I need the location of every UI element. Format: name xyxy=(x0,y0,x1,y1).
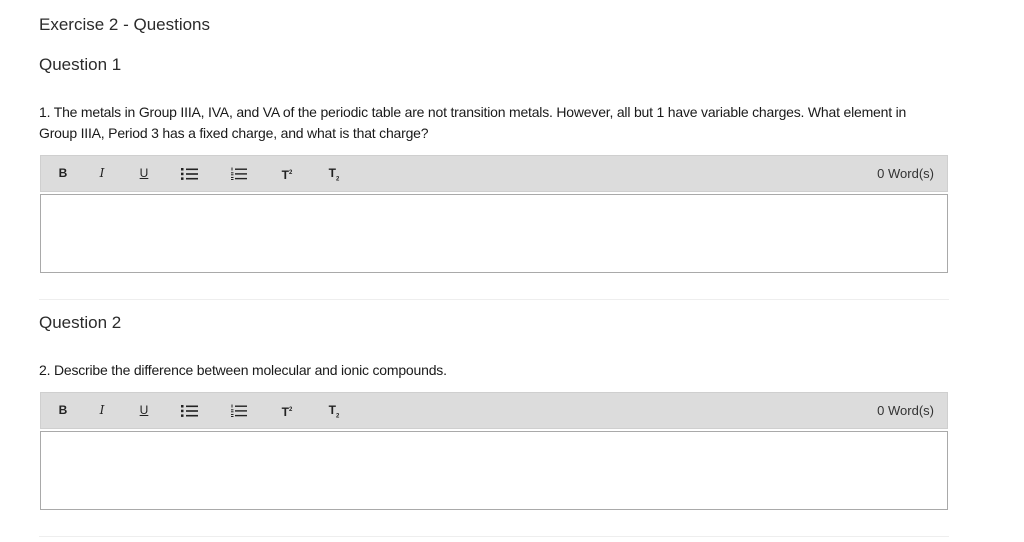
numbered-list-button[interactable] xyxy=(231,393,247,428)
numbered-list-icon xyxy=(231,404,247,417)
bullet-list-button[interactable] xyxy=(181,393,199,428)
question-1: Question 1 1. The metals in Group IIIA, … xyxy=(39,55,949,295)
question-text: 2. Describe the difference between molec… xyxy=(39,362,447,378)
question-2: Question 2 2. Describe the difference be… xyxy=(39,313,949,513)
word-count: 0 Word(s) xyxy=(877,166,934,181)
editor-toolbar: B I U T2 T2 0 Word(s) xyxy=(40,155,948,192)
bold-button[interactable]: B xyxy=(56,393,70,428)
superscript-button[interactable]: T2 xyxy=(279,393,295,428)
word-count: 0 Word(s) xyxy=(877,403,934,418)
superscript-mark: 2 xyxy=(289,170,293,176)
underline-button[interactable]: U xyxy=(138,156,150,191)
superscript-button[interactable]: T2 xyxy=(279,156,295,191)
numbered-list-icon xyxy=(231,167,247,180)
answer-textarea[interactable] xyxy=(40,431,948,510)
bullet-list-button[interactable] xyxy=(181,156,199,191)
italic-button[interactable]: I xyxy=(97,156,107,191)
page-title: Exercise 2 - Questions xyxy=(39,15,211,34)
subscript-mark: 2 xyxy=(336,413,340,420)
italic-button[interactable]: I xyxy=(97,393,107,428)
numbered-list-button[interactable] xyxy=(231,156,247,191)
editor-toolbar: B I U T2 T2 0 Word(s) xyxy=(40,392,948,429)
divider xyxy=(39,536,949,537)
subscript-label: T xyxy=(328,403,336,417)
bullet-list-icon xyxy=(181,405,198,417)
subscript-button[interactable]: T2 xyxy=(326,156,342,191)
superscript-label: T xyxy=(281,405,289,419)
divider xyxy=(39,299,949,300)
question-heading: Question 2 xyxy=(39,313,122,332)
bullet-list-icon xyxy=(181,168,198,180)
subscript-label: T xyxy=(328,166,336,180)
question-heading: Question 1 xyxy=(39,55,122,74)
superscript-label: T xyxy=(281,168,289,182)
answer-textarea[interactable] xyxy=(40,194,948,273)
question-text: 1. The metals in Group IIIA, IVA, and VA… xyxy=(39,104,907,141)
subscript-button[interactable]: T2 xyxy=(326,393,342,428)
bold-button[interactable]: B xyxy=(56,156,70,191)
subscript-mark: 2 xyxy=(336,176,340,183)
underline-button[interactable]: U xyxy=(138,393,150,428)
superscript-mark: 2 xyxy=(289,407,293,413)
